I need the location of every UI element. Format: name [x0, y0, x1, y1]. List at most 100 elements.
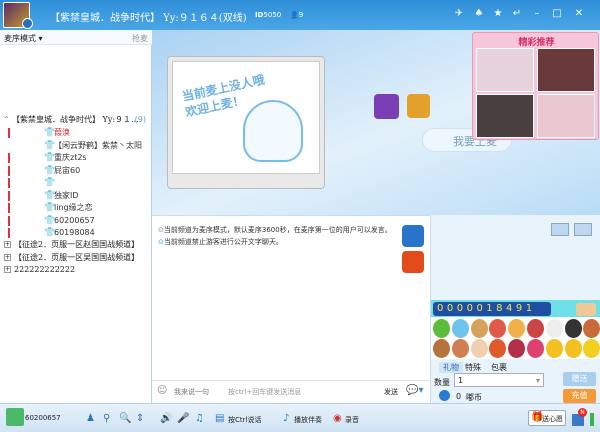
mobile-download-icon[interactable] [374, 94, 399, 119]
gift-item[interactable] [433, 319, 450, 338]
audio-settings-icon[interactable]: ♫ [195, 413, 204, 424]
recommend-thumb[interactable] [476, 48, 534, 92]
skin-icon[interactable]: ♠ [472, 8, 486, 19]
user-item[interactable]: 👕 屁宙60 [0, 165, 150, 177]
expand-icon[interactable]: + [4, 253, 11, 261]
accompany-button[interactable]: 播放伴奏 [294, 415, 322, 425]
user-name: 独家ID [54, 190, 79, 200]
plane-icon[interactable]: ✈ [452, 8, 466, 19]
user-item[interactable]: 👕 [0, 177, 150, 189]
star-icon[interactable]: ★ [491, 8, 505, 19]
gift-icon: 🎁 [531, 412, 544, 423]
gift-item[interactable] [583, 339, 600, 358]
grab-mic-button[interactable]: 抢麦 [132, 33, 148, 44]
channel-panel: 麦序模式 ▾ 抢麦 ⌃ 【紫禁皇城．战争时代】 Yy:９１... (9) 👕 葭涣… [0, 30, 152, 403]
expand-icon[interactable]: + [4, 241, 11, 248]
back-icon[interactable]: ↵ [510, 8, 524, 19]
tab-special[interactable]: 特殊 [465, 362, 481, 373]
send-button[interactable]: 发送 [384, 387, 398, 397]
channel-item[interactable]: + 【征途2．页服一区吴国国战频道】 [0, 252, 150, 264]
user-name: 屁宙60 [54, 165, 81, 175]
recharge-button[interactable]: 充值 [563, 389, 596, 403]
give-button[interactable]: 赠送 [563, 372, 596, 386]
gift-item[interactable] [489, 319, 507, 338]
mascot-badge-icon[interactable] [576, 303, 596, 316]
bottom-toolbar: 60200657 ♟ ⚲ 🔍 ⇕ 🔊 🎤 ♫ ▤ 按Ctrl说话 ♪ 播放伴奏 … [0, 403, 600, 432]
recommend-panel: 精彩推荐 [472, 32, 599, 140]
microphone-icon[interactable]: 🎤 [177, 413, 189, 424]
user-item[interactable]: 👕 ling缘之恋 [0, 202, 150, 214]
user-item[interactable]: 👕 独家ID [0, 190, 150, 202]
layout-icon[interactable] [551, 223, 569, 236]
quantity-select[interactable]: 1 ▾ [454, 373, 544, 387]
gift-item[interactable] [470, 319, 488, 338]
gift-item[interactable] [470, 339, 488, 358]
collapse-icon[interactable]: ⌃ [3, 114, 10, 126]
search-icon[interactable]: 🔍 [119, 413, 131, 424]
user-item[interactable]: 👕 【闲云野鹤】紫禁丶太阳 [0, 140, 150, 152]
gift-item[interactable] [527, 339, 544, 358]
user-role-icon: 👕 [44, 178, 56, 188]
badge-icon [22, 18, 33, 29]
channel-name: 【征途2．页服一区赵国国战频道】 [14, 240, 140, 249]
gift-item[interactable] [451, 339, 469, 358]
recommend-thumb[interactable] [537, 48, 595, 92]
tab-gifts[interactable]: 礼物 [439, 362, 463, 373]
gift-item[interactable] [433, 339, 450, 358]
resize-icon[interactable]: ⇕ [136, 413, 144, 424]
tab-package[interactable]: 包裹 [491, 362, 507, 373]
mic-indicator [8, 215, 10, 226]
speaker-icon[interactable]: 🔊 [160, 413, 172, 424]
gift-item[interactable] [564, 339, 582, 358]
recommend-thumb[interactable] [537, 94, 595, 138]
layout-icon[interactable] [574, 223, 592, 236]
stage-area: 当前麦上没人哦 欢迎上麦！ 我要上麦 精彩推荐 [152, 30, 600, 215]
racing-game-icon[interactable] [402, 225, 424, 247]
user-item[interactable]: 👕 重庆zt2s [0, 152, 150, 164]
lottery-icon[interactable] [407, 94, 430, 118]
quantity-label: 数量 [434, 378, 450, 387]
avatar[interactable] [6, 408, 24, 426]
record-icon[interactable]: ◉ [333, 413, 342, 424]
gift-item[interactable] [527, 319, 544, 338]
minimize-icon[interactable]: – [530, 8, 544, 19]
id-value: 5050 [263, 11, 282, 19]
message-text: 当前频道禁止游客进行公开文字聊天。 [163, 238, 283, 246]
gift-item[interactable] [545, 319, 563, 338]
coin-balance: 0 [456, 392, 462, 401]
music-icon[interactable]: ♪ [283, 413, 289, 424]
record-button[interactable]: 录音 [345, 415, 359, 425]
coin-icon [439, 390, 450, 401]
mode-dropdown[interactable]: 麦序模式 ▾ [4, 33, 43, 44]
channel-root[interactable]: ⌃ 【紫禁皇城．战争时代】 Yy:９１... (9) [0, 114, 150, 126]
user-item[interactable]: 👕 60200657 [0, 215, 150, 227]
user-name: 葭涣 [54, 128, 70, 137]
maximize-icon[interactable]: □ [550, 8, 564, 19]
video-screen-inner: 当前麦上没人哦 欢迎上麦！ [172, 61, 320, 174]
channel-item[interactable]: +222222222222 [0, 264, 150, 276]
location-icon[interactable]: ⚲ [103, 413, 110, 424]
user-item[interactable]: 👕 60198084 [0, 227, 150, 239]
recommend-title: 精彩推荐 [518, 38, 555, 48]
signal-icon [590, 413, 594, 426]
push-to-talk-button[interactable]: 按Ctrl说话 [228, 415, 261, 425]
gift-item[interactable] [545, 339, 563, 358]
send-options-icon[interactable]: 💬▾ [406, 385, 423, 396]
gift-item[interactable] [451, 319, 469, 338]
gift-item[interactable] [508, 319, 526, 338]
recommend-thumb[interactable] [476, 94, 534, 138]
keyboard-icon[interactable]: ▤ [215, 413, 224, 424]
expand-icon[interactable]: + [4, 266, 11, 273]
title-bar: 【紫禁皇城．战争时代】 Yy:９１６４(双线) ID5050 👤9 ✈ ♠ ★ … [0, 0, 600, 30]
channel-item[interactable]: + 【征途2．页服一区赵国国战频道】 [0, 239, 150, 251]
close-icon[interactable]: ✕ [572, 8, 586, 19]
gift-item[interactable] [583, 319, 600, 338]
gift-item[interactable] [489, 339, 507, 358]
emoji-icon[interactable]: ☺ [157, 385, 167, 396]
user-item[interactable]: 👕 葭涣 [0, 127, 150, 139]
gift-item[interactable] [508, 339, 526, 358]
shop-icon[interactable] [402, 251, 424, 273]
gift-item[interactable] [564, 319, 582, 338]
people-icon[interactable]: ♟ [86, 413, 95, 424]
gift-wish-button[interactable]: 🎁 送心愿 [528, 410, 566, 426]
